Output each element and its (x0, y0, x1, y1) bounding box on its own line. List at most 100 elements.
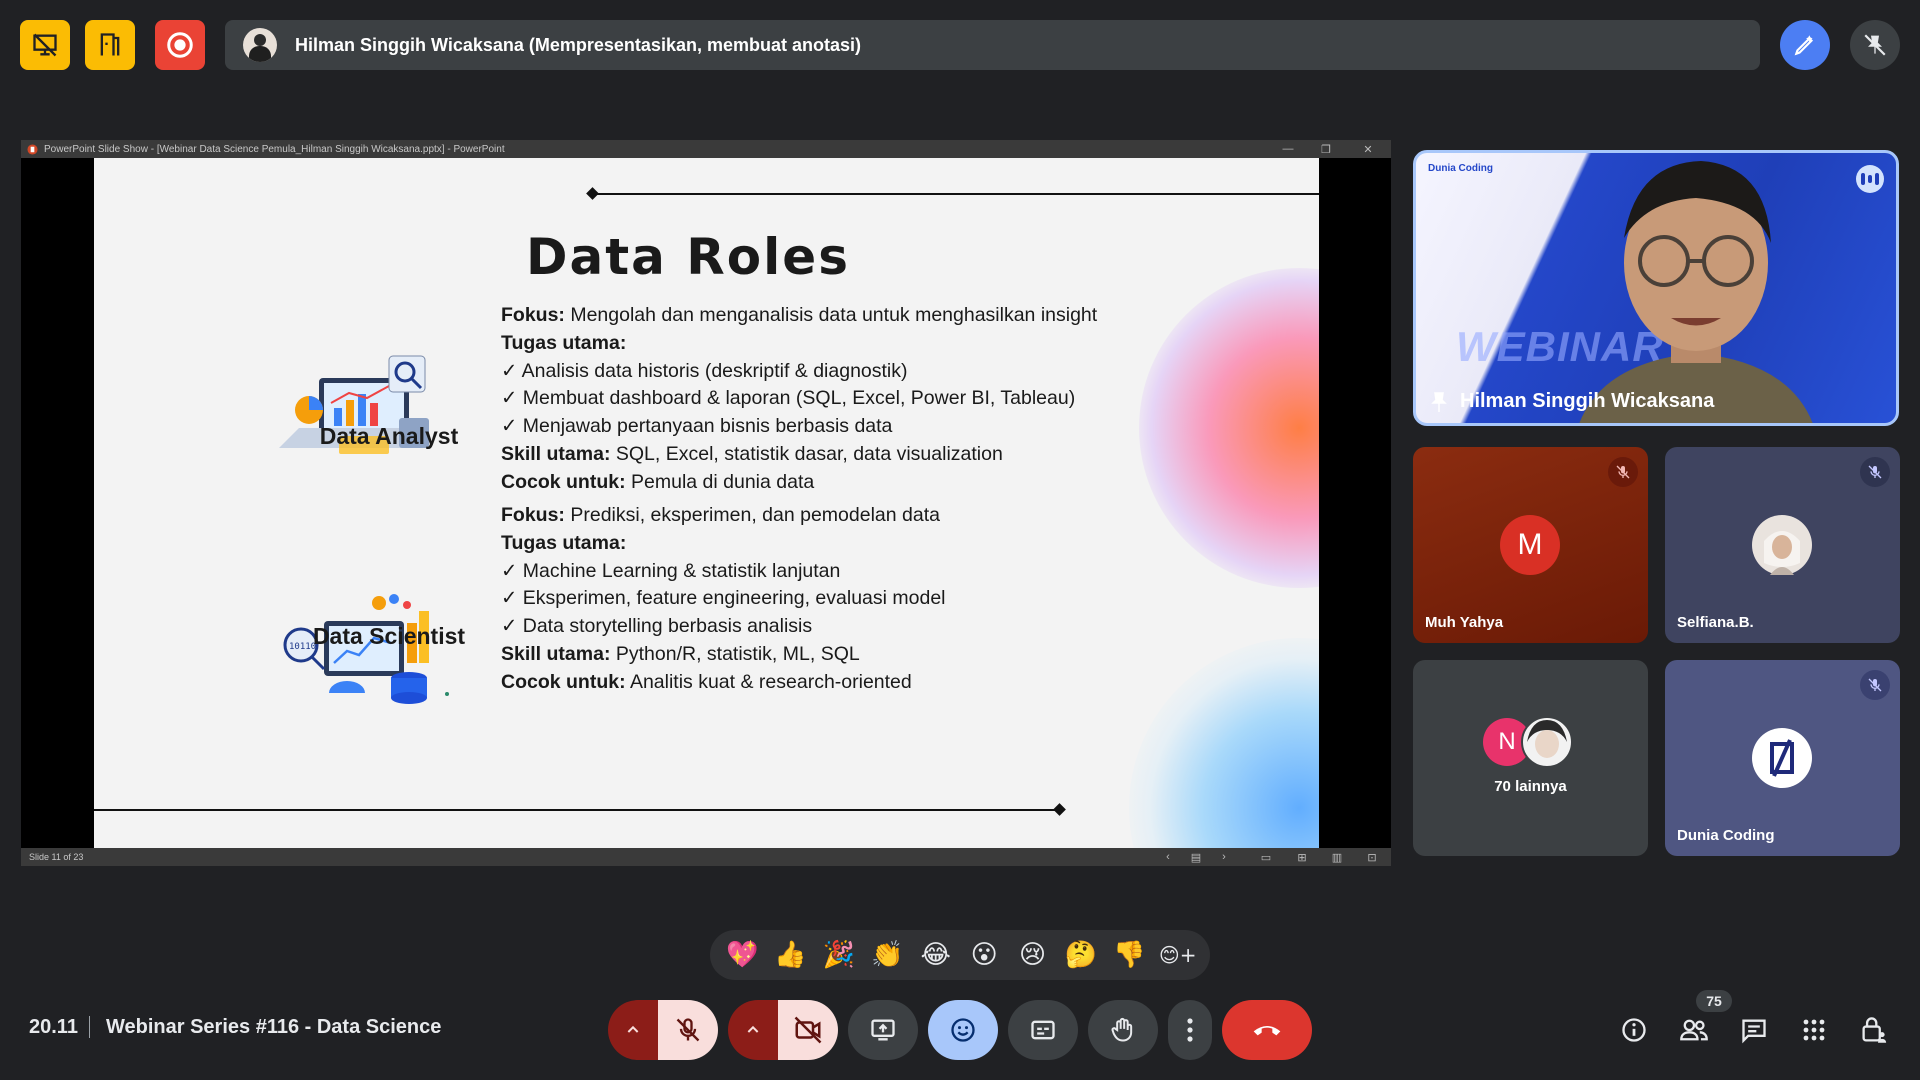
annotate-button[interactable] (1780, 20, 1830, 70)
activities-button[interactable] (1797, 1013, 1831, 1047)
presenter-avatar (243, 28, 277, 62)
tugas-item: ✓ Eksperimen, feature engineering, evalu… (501, 587, 946, 610)
dunia-coding-logo-icon (1752, 728, 1812, 788)
reaction-thumbs-down[interactable]: 👎 (1107, 940, 1151, 970)
hand-icon (1111, 1018, 1133, 1042)
video-options-button[interactable] (728, 1000, 778, 1060)
minimize-icon[interactable]: — (1273, 140, 1303, 158)
slide-title: Data Roles (526, 228, 850, 286)
recording-icon (167, 32, 193, 58)
slide-decor-line (594, 193, 1319, 195)
participant-name: Selfiana.B. (1677, 614, 1754, 631)
speaking-indicator-icon (1856, 165, 1884, 193)
presentation-window: PowerPoint Slide Show - [Webinar Data Sc… (21, 140, 1391, 866)
presentation-off-button[interactable] (20, 20, 70, 70)
fokus-label: Fokus: (501, 304, 565, 326)
reaction-clap[interactable]: 👏 (865, 940, 909, 970)
data-analyst-description: Fokus: Mengolah dan menganalisis data un… (501, 302, 1097, 497)
reactions-bar: 💖 👍 🎉 👏 😂 😮 😢 🤔 👎 😊+ (710, 930, 1210, 980)
host-controls-button[interactable] (1857, 1013, 1891, 1047)
apps-grid-icon (1803, 1019, 1825, 1041)
slide-decor-diamond (1053, 803, 1066, 816)
slide-sorter-icon[interactable]: ⊞ (1295, 851, 1309, 864)
speaker-bg-logo: Dunia Coding (1428, 163, 1493, 174)
captions-button[interactable] (1008, 1000, 1078, 1060)
participant-tile[interactable]: Selfiana.B. (1665, 447, 1900, 643)
reaction-heart[interactable]: 💖 (720, 940, 764, 970)
prev-slide-icon[interactable]: ‹ (1161, 851, 1175, 863)
chat-button[interactable] (1737, 1013, 1771, 1047)
data-analyst-illustration-icon (279, 355, 429, 454)
reaction-laugh[interactable]: 😂 (914, 940, 958, 970)
mic-toggle-button[interactable] (658, 1000, 718, 1060)
restore-icon[interactable]: ❐ (1311, 140, 1341, 158)
mic-off-icon (1860, 670, 1890, 700)
meeting-title: Webinar Series #116 - Data Science (106, 1016, 442, 1038)
chevron-up-icon (747, 1025, 759, 1033)
speaker-name: Hilman Singgih Wicaksana (1430, 390, 1714, 413)
fokus-line: Fokus: Prediksi, eksperimen, dan pemodel… (501, 502, 946, 530)
audio-options-button[interactable] (608, 1000, 658, 1060)
reaction-sad[interactable]: 😢 (1011, 940, 1055, 970)
end-call-icon (1253, 1026, 1281, 1036)
companion-mode-button[interactable] (85, 20, 135, 70)
more-options-button[interactable] (1168, 1000, 1212, 1060)
others-tile[interactable]: N 70 lainnya (1413, 660, 1648, 856)
pin-icon (1431, 391, 1447, 412)
divider (89, 1016, 90, 1038)
skill-line: Skill utama: SQL, Excel, statistik dasar… (501, 441, 1097, 469)
avatar (1521, 716, 1573, 768)
present-screen-icon (871, 1019, 895, 1041)
captions-icon (1031, 1020, 1055, 1040)
people-button[interactable] (1677, 1013, 1711, 1047)
ppt-status-bar: Slide 11 of 23 ‹ ▤ › ▭ ⊞ ▥ ⊡ (21, 848, 1391, 866)
annotate-icon (1794, 35, 1814, 56)
raise-hand-button[interactable] (1088, 1000, 1158, 1060)
more-reactions-button[interactable]: 😊+ (1156, 943, 1200, 967)
present-screen-button[interactable] (848, 1000, 918, 1060)
reaction-party[interactable]: 🎉 (817, 940, 861, 970)
presentation-off-icon (33, 33, 57, 57)
top-bar: Hilman Singgih Wicaksana (Mempresentasik… (0, 0, 1920, 90)
close-icon[interactable]: ✕ (1353, 140, 1383, 158)
participant-tile[interactable]: M Muh Yahya (1413, 447, 1648, 643)
camera-toggle-button[interactable] (778, 1000, 838, 1060)
skill-line: Skill utama: Python/R, statistik, ML, SQ… (501, 641, 946, 669)
presenter-banner: Hilman Singgih Wicaksana (Mempresentasik… (225, 20, 1760, 70)
cocok-label: Cocok untuk: (501, 670, 626, 693)
reaction-thumbs-up[interactable]: 👍 (769, 940, 813, 970)
skill-text: Python/R, statistik, ML, SQL (615, 642, 860, 665)
avatar: M (1500, 515, 1560, 575)
ppt-window-title: PowerPoint Slide Show - [Webinar Data Sc… (44, 143, 505, 155)
tugas-heading: Tugas utama: (501, 530, 946, 558)
leave-call-button[interactable] (1222, 1000, 1312, 1060)
fokus-text: Mengolah dan menganalisis data untuk men… (570, 304, 1098, 326)
recording-button[interactable] (155, 20, 205, 70)
reaction-surprised[interactable]: 😮 (962, 940, 1006, 970)
next-slide-icon[interactable]: › (1217, 851, 1231, 863)
slide-menu-icon[interactable]: ▤ (1189, 851, 1203, 864)
mic-off-icon (676, 1018, 700, 1042)
participant-tile[interactable]: Dunia Coding (1665, 660, 1900, 856)
avatar (1752, 515, 1812, 575)
cocok-text: Analitis kuat & research-oriented (629, 670, 912, 693)
participant-name: Muh Yahya (1425, 614, 1504, 631)
data-analyst-label: Data Analyst (319, 423, 459, 449)
reaction-thinking[interactable]: 🤔 (1059, 940, 1103, 970)
slide-gradient-blue (1129, 638, 1319, 848)
speaker-tile[interactable]: Dunia Coding WEBINAR Hilman Singgih Wica… (1413, 150, 1899, 426)
speaker-name-text: Hilman Singgih Wicaksana (1460, 390, 1715, 412)
tugas-label: Tugas utama: (501, 531, 627, 554)
reading-view-icon[interactable]: ▥ (1330, 851, 1344, 864)
fokus-text: Prediksi, eksperimen, dan pemodelan data (570, 504, 940, 526)
unpin-button[interactable] (1850, 20, 1900, 70)
reactions-button[interactable] (928, 1000, 998, 1060)
normal-view-icon[interactable]: ▭ (1259, 851, 1273, 864)
ppt-title-bar: PowerPoint Slide Show - [Webinar Data Sc… (21, 140, 1391, 158)
meeting-details-button[interactable] (1617, 1013, 1651, 1047)
camera-off-icon (794, 1016, 822, 1044)
skill-text: SQL, Excel, statistik dasar, data visual… (615, 442, 1003, 465)
lock-person-icon (1862, 1017, 1887, 1043)
slideshow-icon[interactable]: ⊡ (1365, 851, 1379, 864)
tugas-item: ✓ Analisis data historis (deskriptif & d… (501, 359, 908, 382)
